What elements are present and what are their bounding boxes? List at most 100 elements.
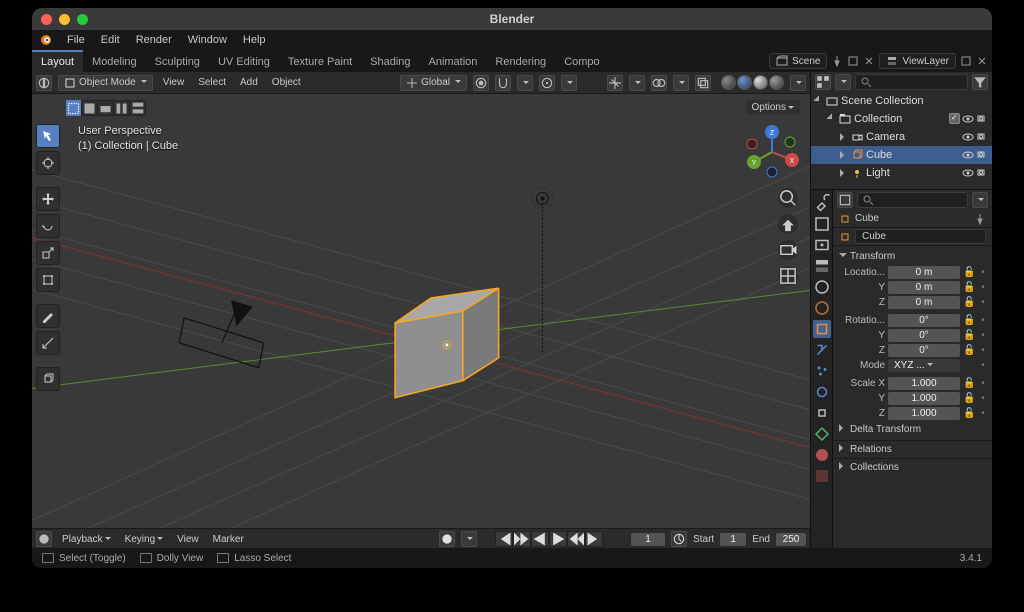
scene-selector[interactable]: Scene xyxy=(769,53,827,69)
workspace-compositing[interactable]: Compo xyxy=(555,50,608,72)
pin-icon[interactable] xyxy=(831,55,843,67)
render-icon[interactable] xyxy=(976,167,988,179)
props-search-input[interactable] xyxy=(877,195,963,206)
tool-measure[interactable] xyxy=(36,331,60,355)
rotation-z-field[interactable]: 0° xyxy=(888,344,960,357)
new-scene-icon[interactable] xyxy=(847,55,859,67)
shading-wireframe[interactable] xyxy=(721,75,736,90)
panel-delta-header[interactable]: Delta Transform xyxy=(837,421,988,438)
outliner-item-cube[interactable]: Cube xyxy=(811,146,992,164)
eye-icon[interactable] xyxy=(962,149,974,161)
collection-enable-checkbox[interactable] xyxy=(949,113,960,124)
select-mode-tweak[interactable] xyxy=(66,100,82,116)
datablock-name-field[interactable]: Cube xyxy=(855,229,986,244)
delete-scene-icon[interactable] xyxy=(863,55,875,67)
workspace-rendering[interactable]: Rendering xyxy=(486,50,555,72)
ptab-tool[interactable] xyxy=(813,194,831,212)
render-icon[interactable] xyxy=(976,149,988,161)
new-viewlayer-icon[interactable] xyxy=(960,55,972,67)
snap-button[interactable] xyxy=(495,75,511,91)
disclosure-icon[interactable] xyxy=(840,133,848,141)
jump-prev-keyframe-button[interactable] xyxy=(513,531,531,547)
autokey-options[interactable] xyxy=(461,531,477,547)
tool-add-cube[interactable] xyxy=(36,367,60,391)
tool-scale[interactable] xyxy=(36,241,60,265)
timeline-playback-menu[interactable]: Playback xyxy=(58,534,115,545)
menu-help[interactable]: Help xyxy=(236,32,273,48)
ptab-world[interactable] xyxy=(813,299,831,317)
xray-button[interactable] xyxy=(695,75,711,91)
outliner-search-input[interactable] xyxy=(875,77,963,88)
pin-icon[interactable] xyxy=(974,213,986,225)
play-reverse-button[interactable] xyxy=(531,531,549,547)
view3d-menu-object[interactable]: Object xyxy=(268,77,305,88)
tool-move[interactable] xyxy=(36,187,60,211)
outliner-item-camera[interactable]: Camera xyxy=(811,128,992,146)
outliner-item-light[interactable]: Light xyxy=(811,164,992,182)
mode-selector[interactable]: Object Mode xyxy=(58,75,153,91)
viewport-3d[interactable]: User Perspective (1) Collection | Cube O… xyxy=(32,94,810,528)
location-y-field[interactable]: 0 m xyxy=(888,281,960,294)
overlay-visibility-button[interactable] xyxy=(651,75,667,91)
select-mode-lasso[interactable] xyxy=(114,100,130,116)
delete-viewlayer-icon[interactable] xyxy=(976,55,988,67)
disclosure-icon[interactable] xyxy=(813,95,824,106)
timeline-keying-menu[interactable]: Keying xyxy=(121,534,168,545)
disclosure-icon[interactable] xyxy=(840,169,848,177)
viewlayer-selector[interactable]: ViewLayer xyxy=(879,53,956,69)
nav-pan-button[interactable] xyxy=(778,214,798,234)
location-x-field[interactable]: 0 m xyxy=(888,266,960,279)
render-icon[interactable] xyxy=(976,131,988,143)
ptab-object[interactable] xyxy=(813,320,831,338)
select-mode-circle[interactable] xyxy=(98,100,114,116)
outliner-editor-type[interactable] xyxy=(815,74,831,90)
disclosure-icon[interactable] xyxy=(840,151,848,159)
tool-transform[interactable] xyxy=(36,268,60,292)
outliner-search[interactable] xyxy=(855,74,968,90)
rotation-x-field[interactable]: 0° xyxy=(888,314,960,327)
editor-type-button[interactable] xyxy=(36,75,52,91)
current-frame-field[interactable]: 1 xyxy=(631,533,665,546)
snap-options-button[interactable] xyxy=(517,75,533,91)
timeline-editor-type[interactable] xyxy=(36,531,52,547)
nav-perspective-button[interactable] xyxy=(778,266,798,286)
shading-rendered[interactable] xyxy=(769,75,784,90)
panel-relations-header[interactable]: Relations xyxy=(833,440,992,458)
props-search[interactable] xyxy=(857,192,968,208)
render-icon[interactable] xyxy=(976,113,988,125)
jump-start-button[interactable] xyxy=(495,531,513,547)
gizmo-visibility-button[interactable] xyxy=(607,75,623,91)
gizmo-options-button[interactable] xyxy=(629,75,645,91)
ptab-constraints[interactable] xyxy=(813,404,831,422)
overlay-options-button[interactable] xyxy=(673,75,689,91)
select-mode-box[interactable] xyxy=(82,100,98,116)
tool-options-button[interactable]: Options xyxy=(746,100,800,115)
ptab-render[interactable] xyxy=(813,215,831,233)
play-button[interactable] xyxy=(549,531,567,547)
shading-solid[interactable] xyxy=(737,75,752,90)
tool-select-box[interactable] xyxy=(36,124,60,148)
scale-x-field[interactable]: 1.000 xyxy=(888,377,960,390)
rotation-y-field[interactable]: 0° xyxy=(888,329,960,342)
view3d-menu-select[interactable]: Select xyxy=(194,77,230,88)
props-editor-type[interactable] xyxy=(837,192,853,208)
ptab-texture[interactable] xyxy=(813,467,831,485)
props-options[interactable] xyxy=(972,192,988,208)
nav-gizmo[interactable]: X Y Z xyxy=(744,124,800,180)
nav-zoom-button[interactable] xyxy=(778,188,798,208)
autokey-button[interactable] xyxy=(439,531,455,547)
outliner-filter-button[interactable] xyxy=(972,74,988,90)
nav-camera-button[interactable] xyxy=(778,240,798,260)
ptab-modifiers[interactable] xyxy=(813,341,831,359)
workspace-modeling[interactable]: Modeling xyxy=(83,50,146,72)
orientation-selector[interactable]: Global xyxy=(400,75,467,91)
jump-next-keyframe-button[interactable] xyxy=(567,531,585,547)
end-frame-field[interactable]: 250 xyxy=(776,533,806,546)
view3d-menu-view[interactable]: View xyxy=(159,77,189,88)
scale-y-field[interactable]: 1.000 xyxy=(888,392,960,405)
blender-logo-icon[interactable] xyxy=(38,32,54,48)
frame-range-lock[interactable] xyxy=(671,531,687,547)
proportional-button[interactable] xyxy=(539,75,555,91)
panel-collections-header[interactable]: Collections xyxy=(833,458,992,476)
timeline-marker-menu[interactable]: Marker xyxy=(209,534,248,545)
